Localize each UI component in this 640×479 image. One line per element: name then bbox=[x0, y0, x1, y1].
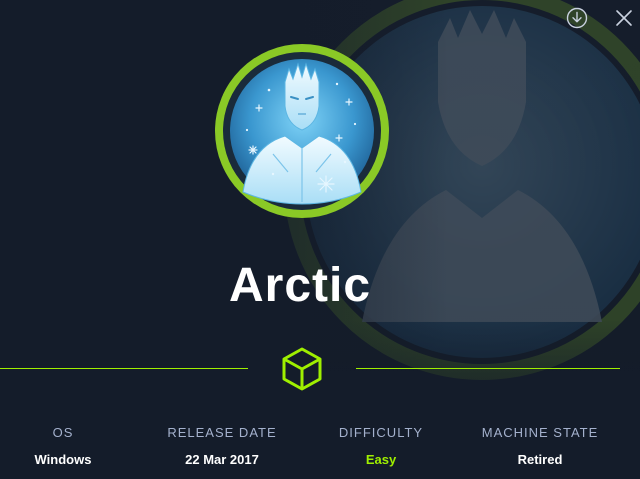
stat-release-date: RELEASE DATE 22 Mar 2017 bbox=[152, 424, 292, 469]
stat-value: Retired bbox=[517, 452, 563, 467]
divider-left bbox=[0, 368, 248, 369]
download-button[interactable] bbox=[565, 6, 589, 30]
stat-label: MACHINE STATE bbox=[481, 425, 599, 440]
stat-label: RELEASE DATE bbox=[167, 425, 277, 440]
machine-name: Arctic bbox=[228, 259, 372, 312]
stat-os: OS Windows bbox=[0, 424, 133, 469]
stat-machine-state: MACHINE STATE Retired bbox=[470, 424, 610, 469]
stat-value: Windows bbox=[34, 452, 92, 467]
machine-avatar bbox=[215, 44, 389, 218]
close-button[interactable] bbox=[612, 6, 636, 30]
machine-card: Arctic OS Windows RELEASE DATE 22 Mar 20… bbox=[0, 0, 640, 479]
stat-value: 22 Mar 2017 bbox=[185, 452, 259, 467]
close-icon bbox=[616, 10, 632, 26]
download-icon bbox=[566, 7, 588, 29]
stat-label: OS bbox=[52, 425, 74, 440]
stat-difficulty: DIFFICULTY Easy bbox=[311, 424, 451, 469]
divider-right bbox=[356, 368, 620, 369]
stat-label: DIFFICULTY bbox=[338, 425, 424, 440]
cube-icon bbox=[282, 347, 322, 391]
difficulty-value: Easy bbox=[365, 452, 397, 467]
